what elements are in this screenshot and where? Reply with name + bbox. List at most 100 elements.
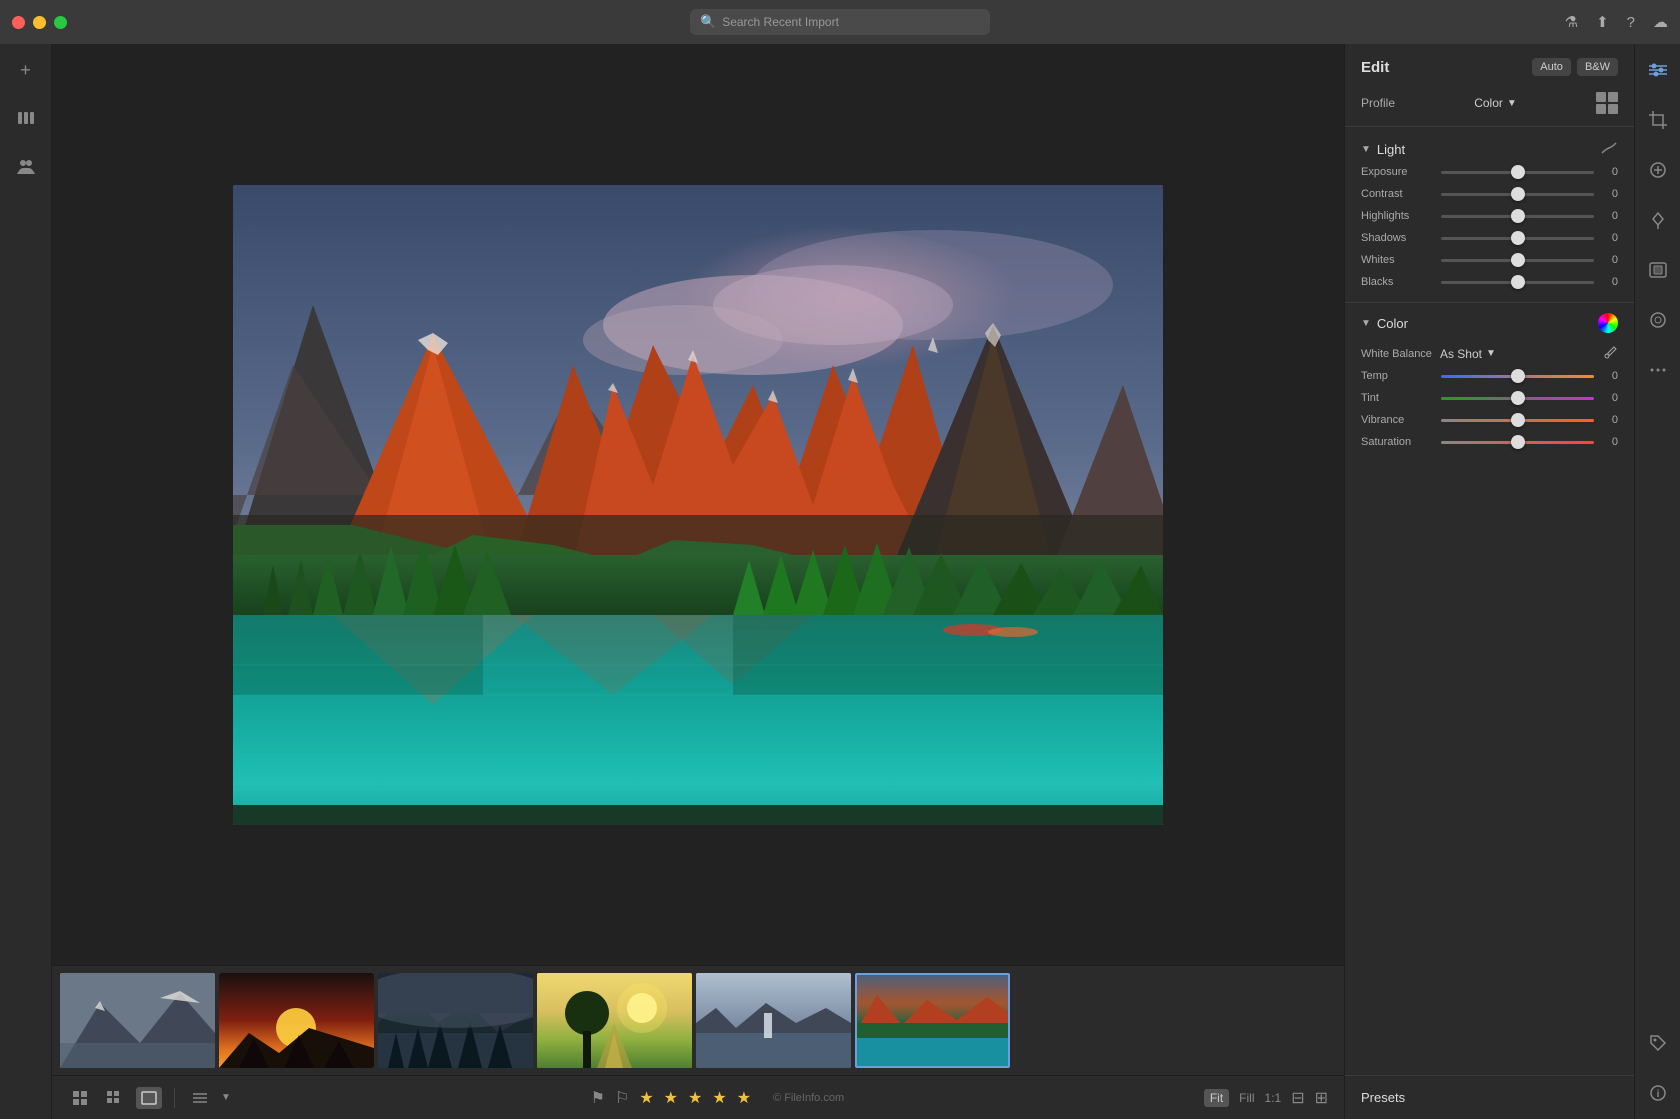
filmstrip-thumb-6[interactable] [855, 973, 1010, 1068]
people-icon[interactable] [12, 152, 40, 180]
compare-icon[interactable]: ⊟ [1291, 1088, 1304, 1108]
exposure-label: Exposure [1361, 166, 1433, 178]
single-view-button[interactable] [136, 1087, 162, 1109]
blacks-thumb[interactable] [1511, 275, 1525, 289]
color-wheel-icon[interactable] [1598, 313, 1618, 333]
brush-icon[interactable] [1644, 206, 1672, 234]
minimize-button[interactable] [33, 16, 46, 29]
temp-thumb[interactable] [1511, 369, 1525, 383]
exposure-thumb[interactable] [1511, 165, 1525, 179]
fill-button[interactable]: Fill [1239, 1091, 1254, 1105]
light-chevron-icon: ▼ [1361, 144, 1371, 155]
shadows-slider-row: Shadows 0 [1361, 232, 1618, 244]
temp-track[interactable] [1441, 375, 1594, 378]
exposure-slider-row: Exposure 0 [1361, 166, 1618, 178]
temp-slider-row: Temp 0 [1361, 370, 1618, 382]
highlights-track[interactable] [1441, 215, 1594, 218]
whites-track[interactable] [1441, 259, 1594, 262]
saturation-thumb[interactable] [1511, 435, 1525, 449]
titlebar-right: ⚗ ⬆ ? ☁ [1565, 13, 1668, 31]
list-view-button[interactable] [102, 1087, 128, 1109]
maximize-button[interactable] [54, 16, 67, 29]
profile-value-selector[interactable]: Color ▼ [1474, 96, 1517, 110]
tint-thumb[interactable] [1511, 391, 1525, 405]
library-icon[interactable] [12, 104, 40, 132]
flag-pick-icon[interactable]: ⚐ [615, 1088, 629, 1108]
filmstrip-thumb-3[interactable] [378, 973, 533, 1068]
exposure-track[interactable] [1441, 171, 1594, 174]
whites-thumb[interactable] [1511, 253, 1525, 267]
color-section-header[interactable]: ▼ Color [1345, 302, 1634, 341]
cloud-icon[interactable]: ☁ [1653, 13, 1668, 31]
close-button[interactable] [12, 16, 25, 29]
vibrance-label: Vibrance [1361, 414, 1433, 426]
presets-label: Presets [1361, 1090, 1405, 1105]
crop-icon[interactable] [1644, 106, 1672, 134]
filmstrip-thumb-5[interactable] [696, 973, 851, 1068]
export-icon[interactable]: ⬆ [1596, 13, 1609, 31]
contrast-track[interactable] [1441, 193, 1594, 196]
star-1[interactable]: ★ [639, 1088, 653, 1108]
side-by-side-icon[interactable]: ⊞ [1315, 1088, 1328, 1108]
light-section-header[interactable]: ▼ Light [1345, 131, 1634, 166]
star-3[interactable]: ★ [688, 1088, 702, 1108]
vibrance-track[interactable] [1441, 419, 1594, 422]
auto-button[interactable]: Auto [1532, 58, 1571, 76]
filmstrip-thumb-1[interactable] [60, 973, 215, 1068]
profile-label: Profile [1361, 96, 1395, 110]
saturation-track[interactable] [1441, 441, 1594, 444]
info-icon[interactable]: i [1644, 1079, 1672, 1107]
presets-footer[interactable]: Presets [1345, 1075, 1634, 1119]
shadows-label: Shadows [1361, 232, 1433, 244]
search-bar[interactable]: 🔍 Search Recent Import [690, 9, 990, 35]
add-icon[interactable]: + [12, 56, 40, 84]
profile-grid-icon[interactable] [1596, 92, 1618, 114]
highlights-thumb[interactable] [1511, 209, 1525, 223]
search-placeholder: Search Recent Import [722, 15, 839, 29]
far-right-panel: i [1634, 44, 1680, 1119]
flag-icon[interactable]: ⚑ [591, 1088, 605, 1108]
radial-filter-icon[interactable] [1644, 306, 1672, 334]
traffic-lights [12, 16, 67, 29]
vibrance-thumb[interactable] [1511, 413, 1525, 427]
contrast-thumb[interactable] [1511, 187, 1525, 201]
light-curve-icon[interactable] [1600, 141, 1618, 158]
adjustments-icon[interactable] [1644, 56, 1672, 84]
filter-icon[interactable]: ⚗ [1565, 13, 1578, 31]
star-4[interactable]: ★ [712, 1088, 726, 1108]
grid-view-button[interactable] [68, 1087, 94, 1109]
tint-label: Tint [1361, 392, 1433, 404]
temp-label: Temp [1361, 370, 1433, 382]
photo-viewer [52, 44, 1344, 965]
tint-track[interactable] [1441, 397, 1594, 400]
search-icon: 🔍 [700, 14, 716, 30]
tint-slider-row: Tint 0 [1361, 392, 1618, 404]
tag-icon[interactable] [1644, 1029, 1672, 1057]
highlights-value: 0 [1602, 210, 1618, 222]
sort-button[interactable] [187, 1087, 213, 1109]
ratio-button[interactable]: 1:1 [1265, 1091, 1282, 1105]
blacks-track[interactable] [1441, 281, 1594, 284]
star-5[interactable]: ★ [737, 1088, 751, 1108]
shadows-track[interactable] [1441, 237, 1594, 240]
white-balance-label: White Balance [1361, 348, 1432, 360]
help-icon[interactable]: ? [1627, 14, 1635, 31]
white-balance-selector[interactable]: As Shot ▼ [1440, 347, 1496, 361]
vibrance-slider-row: Vibrance 0 [1361, 414, 1618, 426]
filmstrip-thumb-4[interactable] [537, 973, 692, 1068]
left-sidebar: + [0, 44, 52, 1119]
profile-value-text: Color [1474, 96, 1503, 110]
star-2[interactable]: ★ [664, 1088, 678, 1108]
shadows-thumb[interactable] [1511, 231, 1525, 245]
color-chevron-icon: ▼ [1361, 318, 1371, 329]
masking-icon[interactable] [1644, 256, 1672, 284]
svg-text:i: i [1656, 1089, 1659, 1100]
filmstrip-thumb-2[interactable] [219, 973, 374, 1068]
more-icon[interactable] [1644, 356, 1672, 384]
fit-button[interactable]: Fit [1204, 1089, 1229, 1107]
healing-icon[interactable] [1644, 156, 1672, 184]
sort-dropdown-icon[interactable]: ▼ [221, 1092, 231, 1103]
eyedropper-icon[interactable] [1604, 345, 1618, 362]
highlights-label: Highlights [1361, 210, 1433, 222]
bw-button[interactable]: B&W [1577, 58, 1618, 76]
